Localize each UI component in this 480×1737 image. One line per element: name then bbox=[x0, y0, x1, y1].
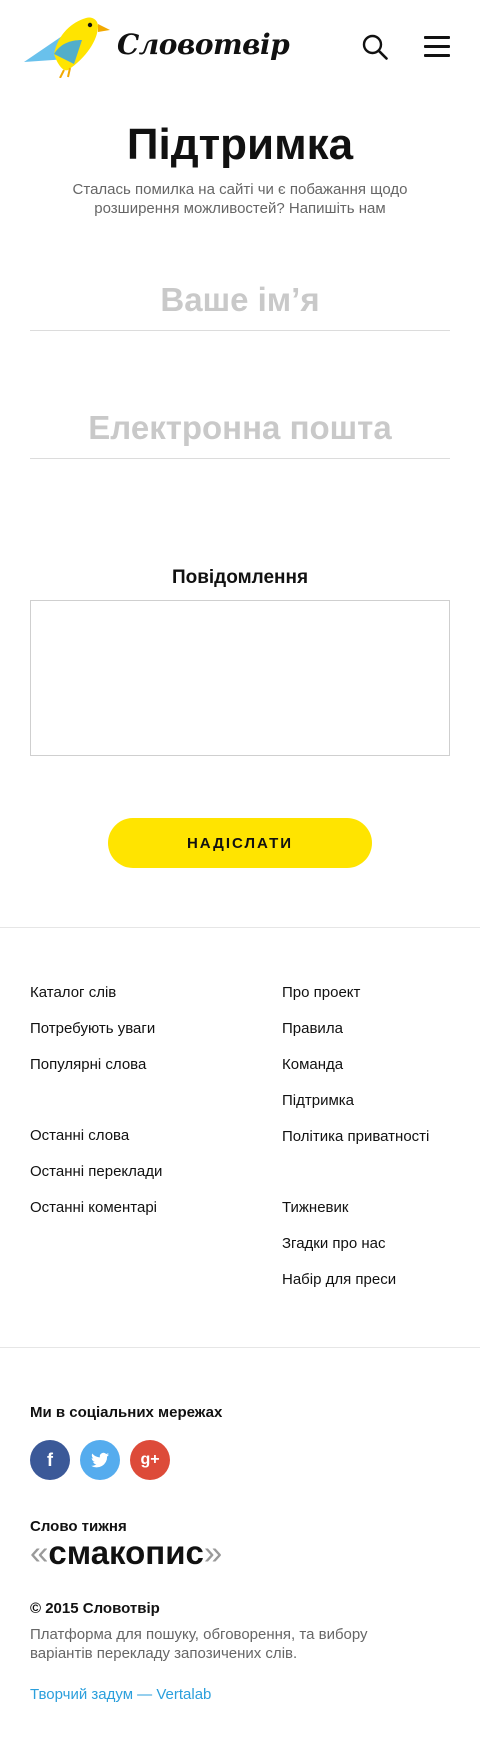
footer-link-weekly[interactable]: Тижневик bbox=[282, 1199, 348, 1216]
footer-link-privacy[interactable]: Політика приватності bbox=[282, 1128, 429, 1145]
footer-link-team[interactable]: Команда bbox=[282, 1056, 343, 1073]
divider bbox=[0, 927, 480, 928]
footer-link-latest-words[interactable]: Останні слова bbox=[30, 1127, 129, 1144]
divider bbox=[0, 1347, 480, 1348]
message-textarea[interactable] bbox=[30, 600, 450, 756]
logo-text[interactable]: Словотвір bbox=[117, 28, 290, 61]
page-subtitle: Сталась помилка на сайті чи є побажання … bbox=[72, 181, 408, 217]
page-title: Підтримка bbox=[126, 120, 354, 169]
word-of-week[interactable]: «смакопис» bbox=[30, 1534, 222, 1572]
word-of-week-text: смакопис bbox=[48, 1534, 204, 1571]
email-field[interactable] bbox=[30, 398, 450, 459]
footer-link-press-kit[interactable]: Набір для преси bbox=[282, 1271, 396, 1288]
twitter-bird-icon bbox=[91, 1452, 109, 1468]
footer-link-need-attention[interactable]: Потребують уваги bbox=[30, 1020, 155, 1037]
site-header: Словотвір bbox=[0, 0, 480, 100]
footer-link-about[interactable]: Про проект bbox=[282, 984, 360, 1001]
google-plus-icon[interactable]: g+ bbox=[130, 1440, 170, 1480]
copyright: © 2015 Словотвір bbox=[30, 1600, 160, 1617]
message-label: Повідомлення bbox=[171, 567, 309, 588]
social-title: Ми в соціальних мережах bbox=[30, 1404, 223, 1421]
open-quote: « bbox=[30, 1534, 49, 1571]
footer-link-latest-comments[interactable]: Останні коментарі bbox=[30, 1199, 157, 1216]
footer-link-rules[interactable]: Правила bbox=[282, 1020, 343, 1037]
twitter-icon[interactable] bbox=[80, 1440, 120, 1480]
facebook-icon[interactable]: f bbox=[30, 1440, 70, 1480]
footer-link-support[interactable]: Підтримка bbox=[282, 1092, 354, 1109]
footer-link-catalog[interactable]: Каталог слів bbox=[30, 984, 116, 1001]
submit-button[interactable]: НАДІСЛАТИ bbox=[108, 818, 372, 868]
search-icon[interactable] bbox=[362, 34, 388, 60]
close-quote: » bbox=[203, 1534, 223, 1571]
credit-link[interactable]: Творчий задум — Vertalab bbox=[30, 1686, 211, 1703]
footer-link-popular-words[interactable]: Популярні слова bbox=[30, 1056, 146, 1073]
footer-link-latest-translations[interactable]: Останні переклади bbox=[30, 1163, 162, 1180]
word-of-week-title: Слово тижня bbox=[30, 1518, 127, 1535]
footer-link-mentions[interactable]: Згадки про нас bbox=[282, 1235, 386, 1252]
bird-logo-icon[interactable] bbox=[24, 14, 112, 78]
name-field[interactable] bbox=[30, 270, 450, 331]
platform-description: Платформа для пошуку, обговорення, та ви… bbox=[30, 1626, 368, 1662]
hamburger-menu-icon[interactable] bbox=[424, 36, 450, 58]
